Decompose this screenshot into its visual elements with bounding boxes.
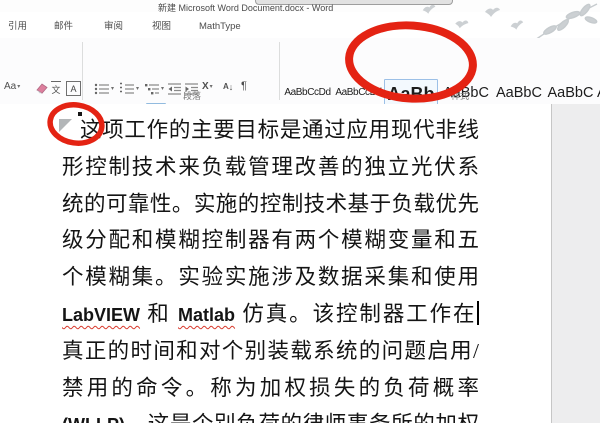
word-window: 新建 Microsoft Word Document.docx - Word 引… bbox=[0, 0, 600, 423]
numbering-button[interactable]: ▾ bbox=[119, 82, 139, 96]
ribbon: Aa ▾ 文 A ▾ bbox=[0, 38, 600, 105]
tab-mathtype[interactable]: MathType bbox=[199, 18, 241, 36]
bullets-button[interactable]: ▾ bbox=[94, 82, 114, 96]
character-border-button[interactable]: A bbox=[66, 81, 81, 96]
misspelled-word[interactable]: LabVIEW bbox=[62, 305, 140, 325]
text-line[interactable]: 级分配和模糊控制器有两个模糊变量和五 bbox=[62, 222, 479, 259]
ribbon-tab-row: 引用 邮件 审阅 视图 MathType bbox=[0, 12, 600, 38]
bullets-icon bbox=[94, 82, 110, 96]
tab-view[interactable]: 视图 bbox=[152, 18, 171, 36]
text-line[interactable]: LabVIEW 和 Matlab 仿真。该控制器工作在 bbox=[62, 296, 479, 333]
sort-arrow-icon: ↓ bbox=[229, 82, 234, 92]
paragraph-group-label: 段落 bbox=[162, 89, 222, 102]
eraser-icon bbox=[34, 82, 49, 95]
ruby-line-icon bbox=[51, 81, 61, 84]
styles-group-label: 样式 bbox=[430, 89, 490, 102]
multilevel-list-button[interactable]: ▾ bbox=[144, 82, 164, 96]
text-line[interactable]: (WLLP)，这是个别负荷的律师事务所的加权 bbox=[62, 406, 479, 423]
document-page[interactable]: 这项工作的主要目标是通过应用现代非线 形控制技术来负载管理改善的独立光伏系 统的… bbox=[0, 104, 552, 423]
titlebar: 新建 Microsoft Word Document.docx - Word bbox=[0, 0, 600, 12]
document-canvas: 这项工作的主要目标是通过应用现代非线 形控制技术来负载管理改善的独立光伏系 统的… bbox=[0, 104, 600, 423]
text-line[interactable]: 形控制技术来负载管理改善的独立光伏系 bbox=[62, 149, 479, 186]
group-separator bbox=[279, 42, 280, 100]
clear-formatting-button[interactable] bbox=[34, 82, 49, 95]
change-case-button[interactable]: Aa ▾ bbox=[4, 82, 20, 92]
chevron-down-icon: ▾ bbox=[136, 86, 139, 92]
character-border-icon: A bbox=[66, 81, 81, 96]
pilcrow-icon: ¶ bbox=[241, 81, 247, 91]
document-text: 这项工作的主要目标是通过应用现代非线 形控制技术来负载管理改善的独立光伏系 统的… bbox=[62, 112, 479, 423]
numbering-icon bbox=[119, 82, 135, 96]
multilevel-list-icon bbox=[144, 82, 160, 96]
text-line[interactable]: 个模糊集。实验实施涉及数据采集和使用 bbox=[62, 259, 479, 296]
misspelled-word[interactable]: Matlab bbox=[178, 305, 235, 325]
group-separator bbox=[82, 42, 83, 100]
text-line[interactable]: 禁用的命令。称为加权损失的负荷概率 bbox=[62, 370, 479, 407]
text-caret bbox=[477, 301, 479, 325]
text-line[interactable]: 真正的时间和对个别装载系统的问题启用/ bbox=[62, 333, 479, 370]
sort-button[interactable]: A ↓ bbox=[223, 82, 233, 92]
tab-mailings[interactable]: 邮件 bbox=[54, 18, 73, 36]
text-line[interactable]: 这项工作的主要目标是通过应用现代非线 bbox=[62, 112, 479, 149]
tab-review[interactable]: 审阅 bbox=[104, 18, 123, 36]
tab-references[interactable]: 引用 bbox=[8, 18, 27, 36]
chevron-down-icon: ▾ bbox=[111, 86, 114, 92]
phonetic-guide-button[interactable]: 文 bbox=[51, 81, 61, 95]
text-line[interactable]: 统的可靠性。实施的控制技术基于负载优先 bbox=[62, 186, 479, 223]
chevron-down-icon: ▾ bbox=[17, 84, 20, 90]
show-hide-marks-button[interactable]: ¶ bbox=[241, 81, 247, 91]
